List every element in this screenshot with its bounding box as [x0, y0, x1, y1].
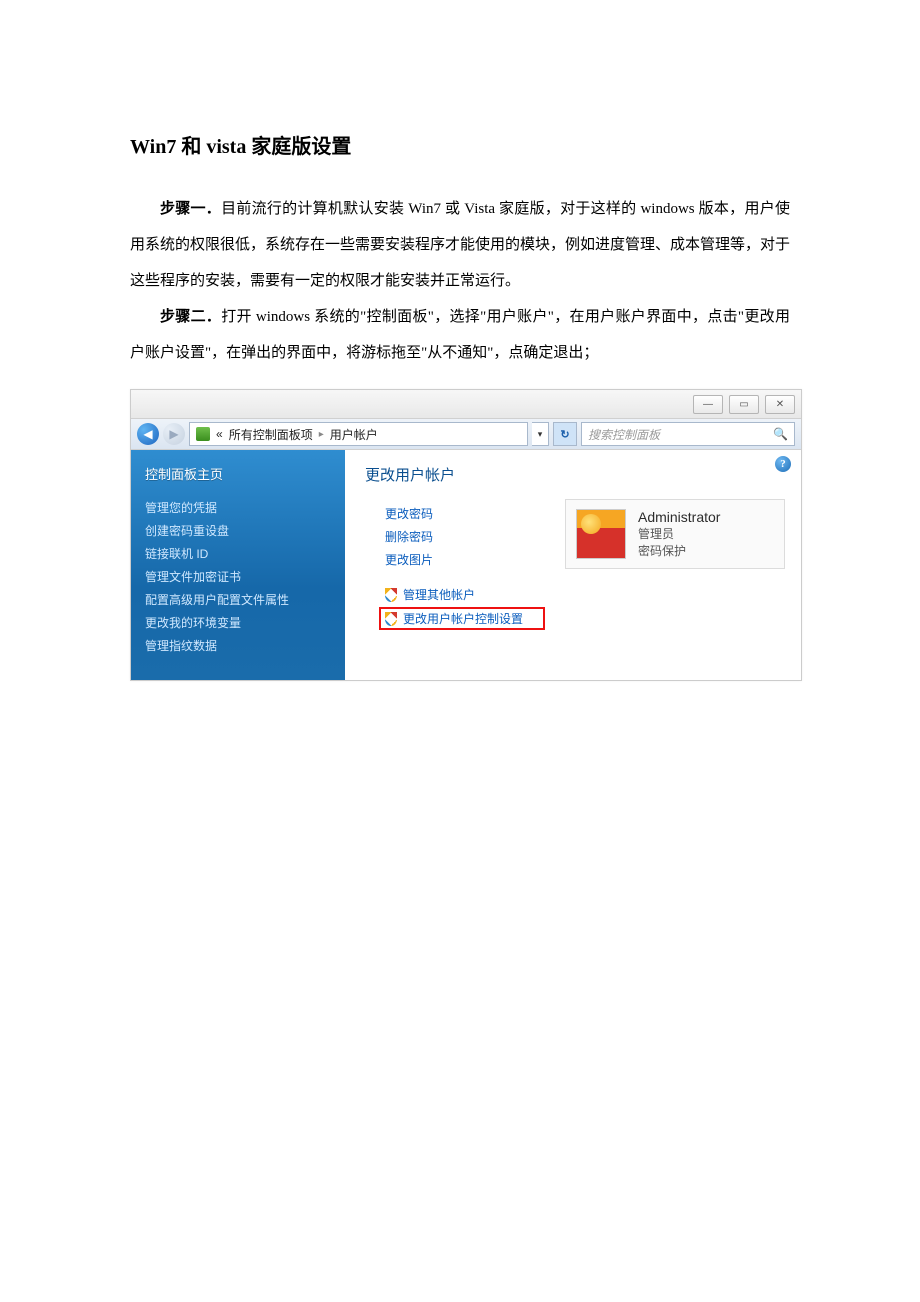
step2-text: 打开 windows 系统的"控制面板"，选择"用户账户"，在用户账户界面中，点… [130, 309, 790, 361]
shield-icon [385, 588, 397, 602]
refresh-button[interactable]: ↻ [553, 422, 577, 446]
breadcrumb-dropdown[interactable]: ▾ [532, 422, 549, 446]
task-manage-other-accounts[interactable]: 管理其他帐户 [385, 586, 545, 603]
maximize-button[interactable]: ▭ [729, 395, 759, 414]
task-remove-password[interactable]: 删除密码 [385, 528, 545, 545]
window-titlebar: — ▭ ✕ [131, 390, 801, 418]
address-bar: ◀ ▶ « 所有控制面板项 ▸ 用户帐户 ▾ ↻ 搜索控制面板 🔍 [131, 418, 801, 450]
task-manage-other-accounts-label: 管理其他帐户 [403, 586, 475, 603]
control-panel-screenshot: — ▭ ✕ ◀ ▶ « 所有控制面板项 ▸ 用户帐户 ▾ ↻ 搜索控制面板 🔍 … [130, 389, 802, 681]
account-role: 管理员 [638, 525, 720, 542]
sidebar-link-env-vars[interactable]: 更改我的环境变量 [145, 614, 331, 631]
step1-label: 步骤一． [160, 200, 221, 217]
main-content: ? 更改用户帐户 更改密码 删除密码 更改图片 管理其他帐户 [345, 450, 801, 680]
breadcrumb-prefix: « [216, 427, 223, 441]
breadcrumb-item-user-accounts[interactable]: 用户帐户 [330, 426, 378, 443]
task-change-picture[interactable]: 更改图片 [385, 551, 545, 568]
sidebar-link-online-id[interactable]: 链接联机 ID [145, 545, 331, 562]
sidebar-link-advanced-profile[interactable]: 配置高级用户配置文件属性 [145, 591, 331, 608]
nav-back-button[interactable]: ◀ [137, 423, 159, 445]
search-icon: 🔍 [773, 427, 788, 441]
account-password-status: 密码保护 [638, 542, 720, 559]
sidebar-home-link[interactable]: 控制面板主页 [145, 464, 331, 483]
help-icon[interactable]: ? [775, 456, 791, 472]
close-button[interactable]: ✕ [765, 395, 795, 414]
sidebar-link-fingerprint[interactable]: 管理指纹数据 [145, 637, 331, 654]
breadcrumb[interactable]: « 所有控制面板项 ▸ 用户帐户 [189, 422, 528, 446]
breadcrumb-item-all[interactable]: 所有控制面板项 [229, 426, 313, 443]
section-title: 更改用户帐户 [365, 464, 785, 485]
avatar [576, 509, 626, 559]
sidebar: 控制面板主页 管理您的凭据 创建密码重设盘 链接联机 ID 管理文件加密证书 配… [131, 450, 345, 680]
minimize-button[interactable]: — [693, 395, 723, 414]
sidebar-link-file-encryption-cert[interactable]: 管理文件加密证书 [145, 568, 331, 585]
nav-forward-button[interactable]: ▶ [163, 423, 185, 445]
step2-label: 步骤二． [160, 308, 221, 325]
search-placeholder: 搜索控制面板 [588, 426, 660, 443]
paragraph-step1: 步骤一．目前流行的计算机默认安装 Win7 或 Vista 家庭版，对于这样的 … [130, 191, 790, 299]
search-input[interactable]: 搜索控制面板 🔍 [581, 422, 795, 446]
chevron-right-icon: ▸ [319, 429, 324, 440]
paragraph-step2: 步骤二．打开 windows 系统的"控制面板"，选择"用户账户"，在用户账户界… [130, 299, 790, 371]
account-card: Administrator 管理员 密码保护 [565, 499, 785, 569]
task-list: 更改密码 删除密码 更改图片 管理其他帐户 更改用户帐户控制设置 [385, 499, 545, 634]
sidebar-link-credentials[interactable]: 管理您的凭据 [145, 499, 331, 516]
step1-text: 目前流行的计算机默认安装 Win7 或 Vista 家庭版，对于这样的 wind… [130, 201, 790, 289]
sidebar-link-password-reset-disk[interactable]: 创建密码重设盘 [145, 522, 331, 539]
shield-icon [385, 612, 397, 626]
control-panel-icon [196, 427, 210, 441]
account-name: Administrator [638, 509, 720, 525]
task-change-password[interactable]: 更改密码 [385, 505, 545, 522]
task-change-uac-settings[interactable]: 更改用户帐户控制设置 [379, 607, 545, 630]
task-change-uac-settings-label: 更改用户帐户控制设置 [403, 610, 523, 627]
doc-title: Win7 和 vista 家庭版设置 [130, 130, 790, 159]
